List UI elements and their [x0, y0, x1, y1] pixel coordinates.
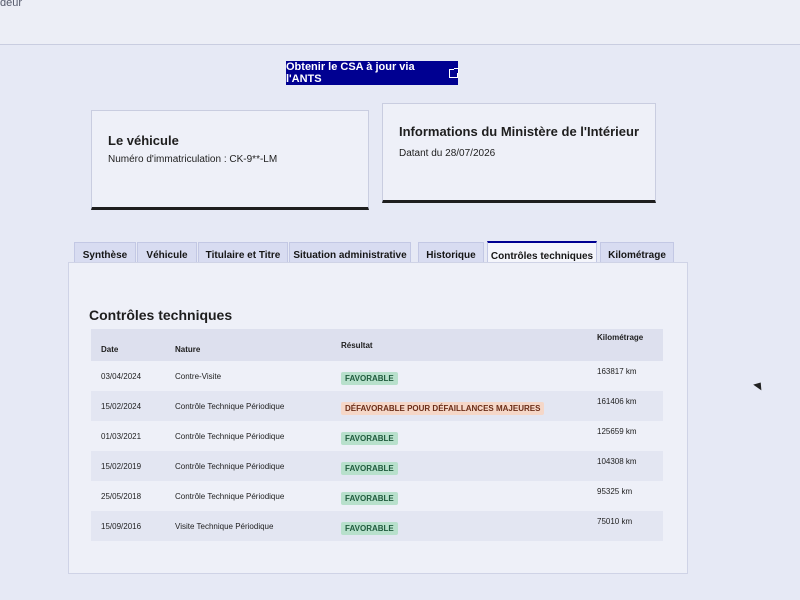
header-fragment: deur: [0, 0, 23, 9]
controles-table: Date Nature Résultat Kilométrage 03/04/2…: [91, 329, 663, 541]
cell-nature: Visite Technique Périodique: [175, 522, 274, 531]
top-header: deur: [0, 0, 800, 45]
cell-date: 03/04/2024: [101, 372, 142, 381]
ants-csa-button[interactable]: Obtenir le CSA à jour via l'ANTS: [286, 61, 459, 85]
table-row: 25/05/2018 Contrôle Technique Périodique…: [91, 481, 663, 511]
result-badge: FAVORABLE: [341, 492, 398, 505]
cell-date: 25/05/2018: [101, 492, 142, 501]
cell-date: 01/03/2021: [101, 432, 142, 441]
cell-nature: Contrôle Technique Périodique: [175, 432, 285, 441]
vehicle-card-title: Le véhicule: [108, 133, 179, 148]
result-badge: FAVORABLE: [341, 522, 398, 535]
cell-km: 104308 km: [597, 457, 637, 466]
table-row: 15/09/2016 Visite Technique Périodique F…: [91, 511, 663, 541]
cell-km: 125659 km: [597, 427, 637, 436]
cell-nature: Contrôle Technique Périodique: [175, 462, 285, 471]
table-row: 15/02/2024 Contrôle Technique Périodique…: [91, 391, 663, 421]
result-badge: FAVORABLE: [341, 462, 398, 475]
cell-date: 15/02/2019: [101, 462, 142, 471]
cell-km: 95325 km: [597, 487, 633, 496]
cell-date: 15/09/2016: [101, 522, 142, 531]
table-row: 15/02/2019 Contrôle Technique Périodique…: [91, 451, 663, 481]
column-date: Date: [101, 345, 119, 354]
cell-nature: Contre-Visite: [175, 372, 222, 381]
cell-nature: Contrôle Technique Périodique: [175, 402, 285, 411]
column-nature: Nature: [175, 345, 201, 354]
ministry-date: Datant du 28/07/2026: [399, 148, 496, 159]
cell-nature: Contrôle Technique Périodique: [175, 492, 285, 501]
cell-km: 163817 km: [597, 367, 637, 376]
mouse-cursor-icon: [753, 379, 765, 391]
result-badge: DÉFAVORABLE POUR DÉFAILLANCES MAJEURES: [341, 402, 545, 415]
result-badge: FAVORABLE: [341, 372, 398, 385]
column-result: Résultat: [341, 341, 373, 350]
ants-button-label: Obtenir le CSA à jour via l'ANTS: [286, 61, 415, 85]
vehicle-card: Le véhicule Numéro d'immatriculation : C…: [91, 110, 369, 210]
cell-km: 75010 km: [597, 517, 633, 526]
external-link-icon: [449, 67, 459, 78]
table-header: Date Nature Résultat Kilométrage: [91, 329, 663, 361]
registration-number: Numéro d'immatriculation : CK-9**-LM: [108, 154, 278, 165]
column-km: Kilométrage: [597, 333, 644, 342]
cell-km: 161406 km: [597, 397, 637, 406]
panel-title: Contrôles techniques: [89, 307, 233, 323]
result-badge: FAVORABLE: [341, 432, 398, 445]
table-row: 03/04/2024 Contre-Visite FAVORABLE 16381…: [91, 361, 663, 391]
controles-panel: Contrôles techniques Date Nature Résulta…: [68, 262, 688, 574]
ministry-card-title: Informations du Ministère de l'Intérieur: [399, 124, 640, 139]
table-row: 01/03/2021 Contrôle Technique Périodique…: [91, 421, 663, 451]
cell-date: 15/02/2024: [101, 402, 142, 411]
ministry-card: Informations du Ministère de l'Intérieur…: [382, 103, 656, 203]
